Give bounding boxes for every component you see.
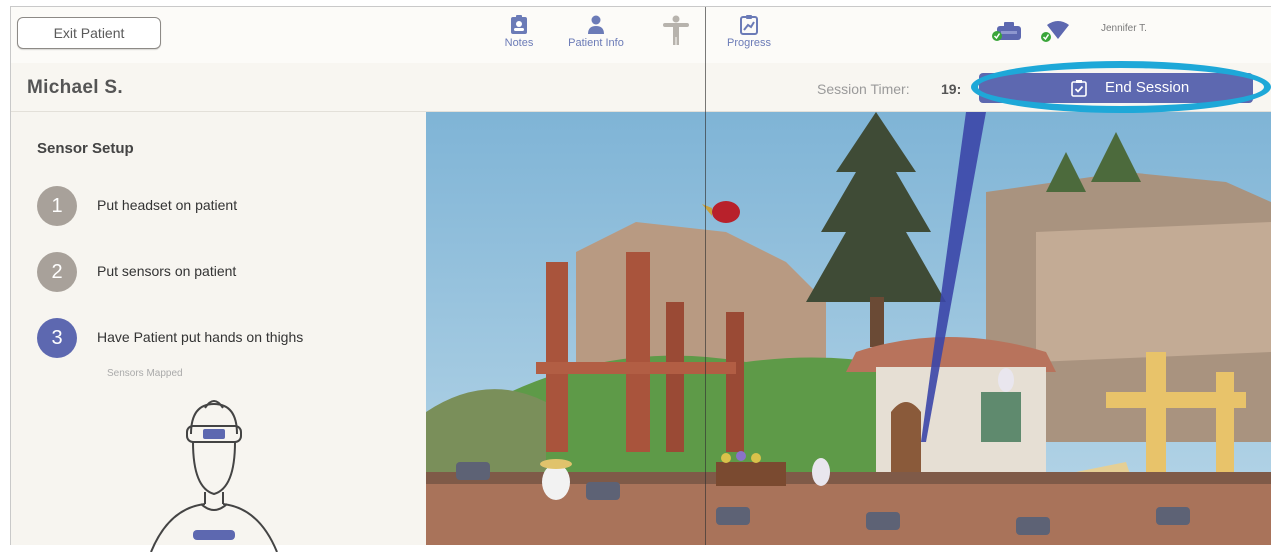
top-toolbar: Exit Patient Notes Patient Info Progress… xyxy=(11,7,1271,63)
wifi-status-icon xyxy=(1041,21,1069,42)
center-divider-line xyxy=(705,7,706,545)
patient-headset-illustration xyxy=(150,400,278,552)
person-icon xyxy=(588,15,604,34)
step-text: Have Patient put hands on thighs xyxy=(97,329,304,345)
end-session-label: End Session xyxy=(1105,79,1190,96)
body-map-icon xyxy=(663,15,689,45)
nav-progress[interactable]: Progress xyxy=(717,15,781,49)
user-name: Jennifer T. xyxy=(1101,23,1147,34)
checklist-icon xyxy=(1071,80,1087,97)
nav-progress-label: Progress xyxy=(726,37,772,49)
setup-step-2: 2 Put sensors on patient xyxy=(37,252,417,292)
nav-notes-label: Notes xyxy=(504,37,534,49)
headset-status-icon xyxy=(992,22,1021,41)
end-session-button[interactable]: End Session xyxy=(979,73,1253,103)
step-number: 1 xyxy=(37,186,77,226)
step-text: Put headset on patient xyxy=(97,197,238,213)
step-number: 2 xyxy=(37,252,77,292)
nav-patient-info-label: Patient Info xyxy=(568,37,624,49)
setup-step-1: 1 Put headset on patient xyxy=(37,186,417,226)
nav-notes[interactable]: Notes xyxy=(489,15,549,49)
sensors-mapped-status: Sensors Mapped xyxy=(107,368,183,379)
vr-game-view xyxy=(426,112,1271,545)
step-number: 3 xyxy=(37,318,77,358)
session-timer-label: Session Timer: xyxy=(817,81,910,97)
patient-name: Michael S. xyxy=(27,77,123,98)
step-text: Put sensors on patient xyxy=(97,263,237,279)
sensor-setup-title: Sensor Setup xyxy=(37,140,134,157)
nav-patient-info[interactable]: Patient Info xyxy=(559,15,633,49)
setup-step-3: 3 Have Patient put hands on thighs xyxy=(37,318,417,358)
progress-icon xyxy=(740,15,758,35)
notes-icon xyxy=(511,15,527,34)
nav-body-map[interactable] xyxy=(661,15,691,47)
session-timer-value: 19: xyxy=(941,81,962,97)
exit-patient-button[interactable]: Exit Patient xyxy=(17,17,161,49)
sensor-setup-panel: Sensor Setup 1 Put headset on patient 2 … xyxy=(11,112,426,552)
app-window: Exit Patient Notes Patient Info Progress… xyxy=(10,6,1271,552)
